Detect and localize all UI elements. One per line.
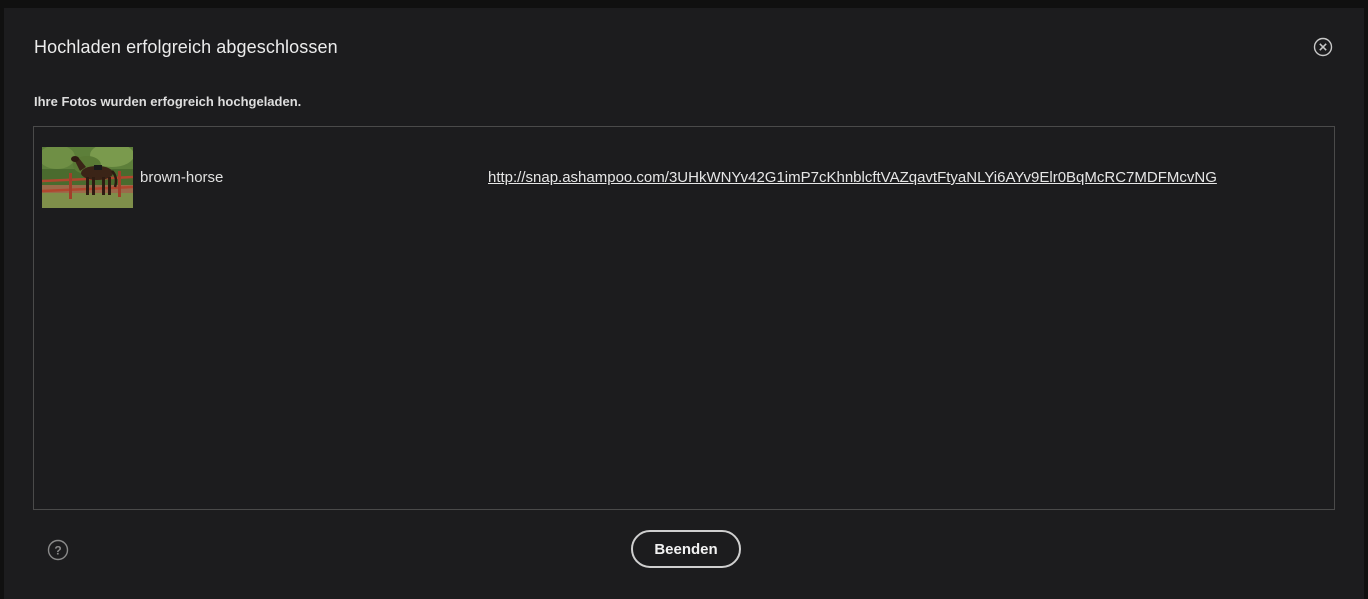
close-button[interactable] <box>1313 37 1333 57</box>
help-circle-icon: ? <box>47 539 69 561</box>
photo-name: brown-horse <box>140 169 224 186</box>
photo-thumbnail <box>42 147 133 208</box>
photo-share-link[interactable]: http://snap.ashampoo.com/3UHkWNYv42G1imP… <box>488 169 1217 186</box>
close-circle-icon <box>1313 37 1333 57</box>
upload-complete-dialog: Hochladen erfolgreich abgeschlossen Ihre… <box>4 8 1364 599</box>
dialog-title: Hochladen erfolgreich abgeschlossen <box>34 37 338 57</box>
help-button[interactable]: ? <box>47 539 69 561</box>
uploaded-photos-list: brown-horse http://snap.ashampoo.com/3UH… <box>33 126 1335 510</box>
svg-text:?: ? <box>54 544 61 558</box>
dialog-subtitle: Ihre Fotos wurden erfogreich hochgeladen… <box>34 94 302 109</box>
list-item: brown-horse http://snap.ashampoo.com/3UH… <box>34 127 1334 209</box>
finish-button[interactable]: Beenden <box>631 530 741 568</box>
